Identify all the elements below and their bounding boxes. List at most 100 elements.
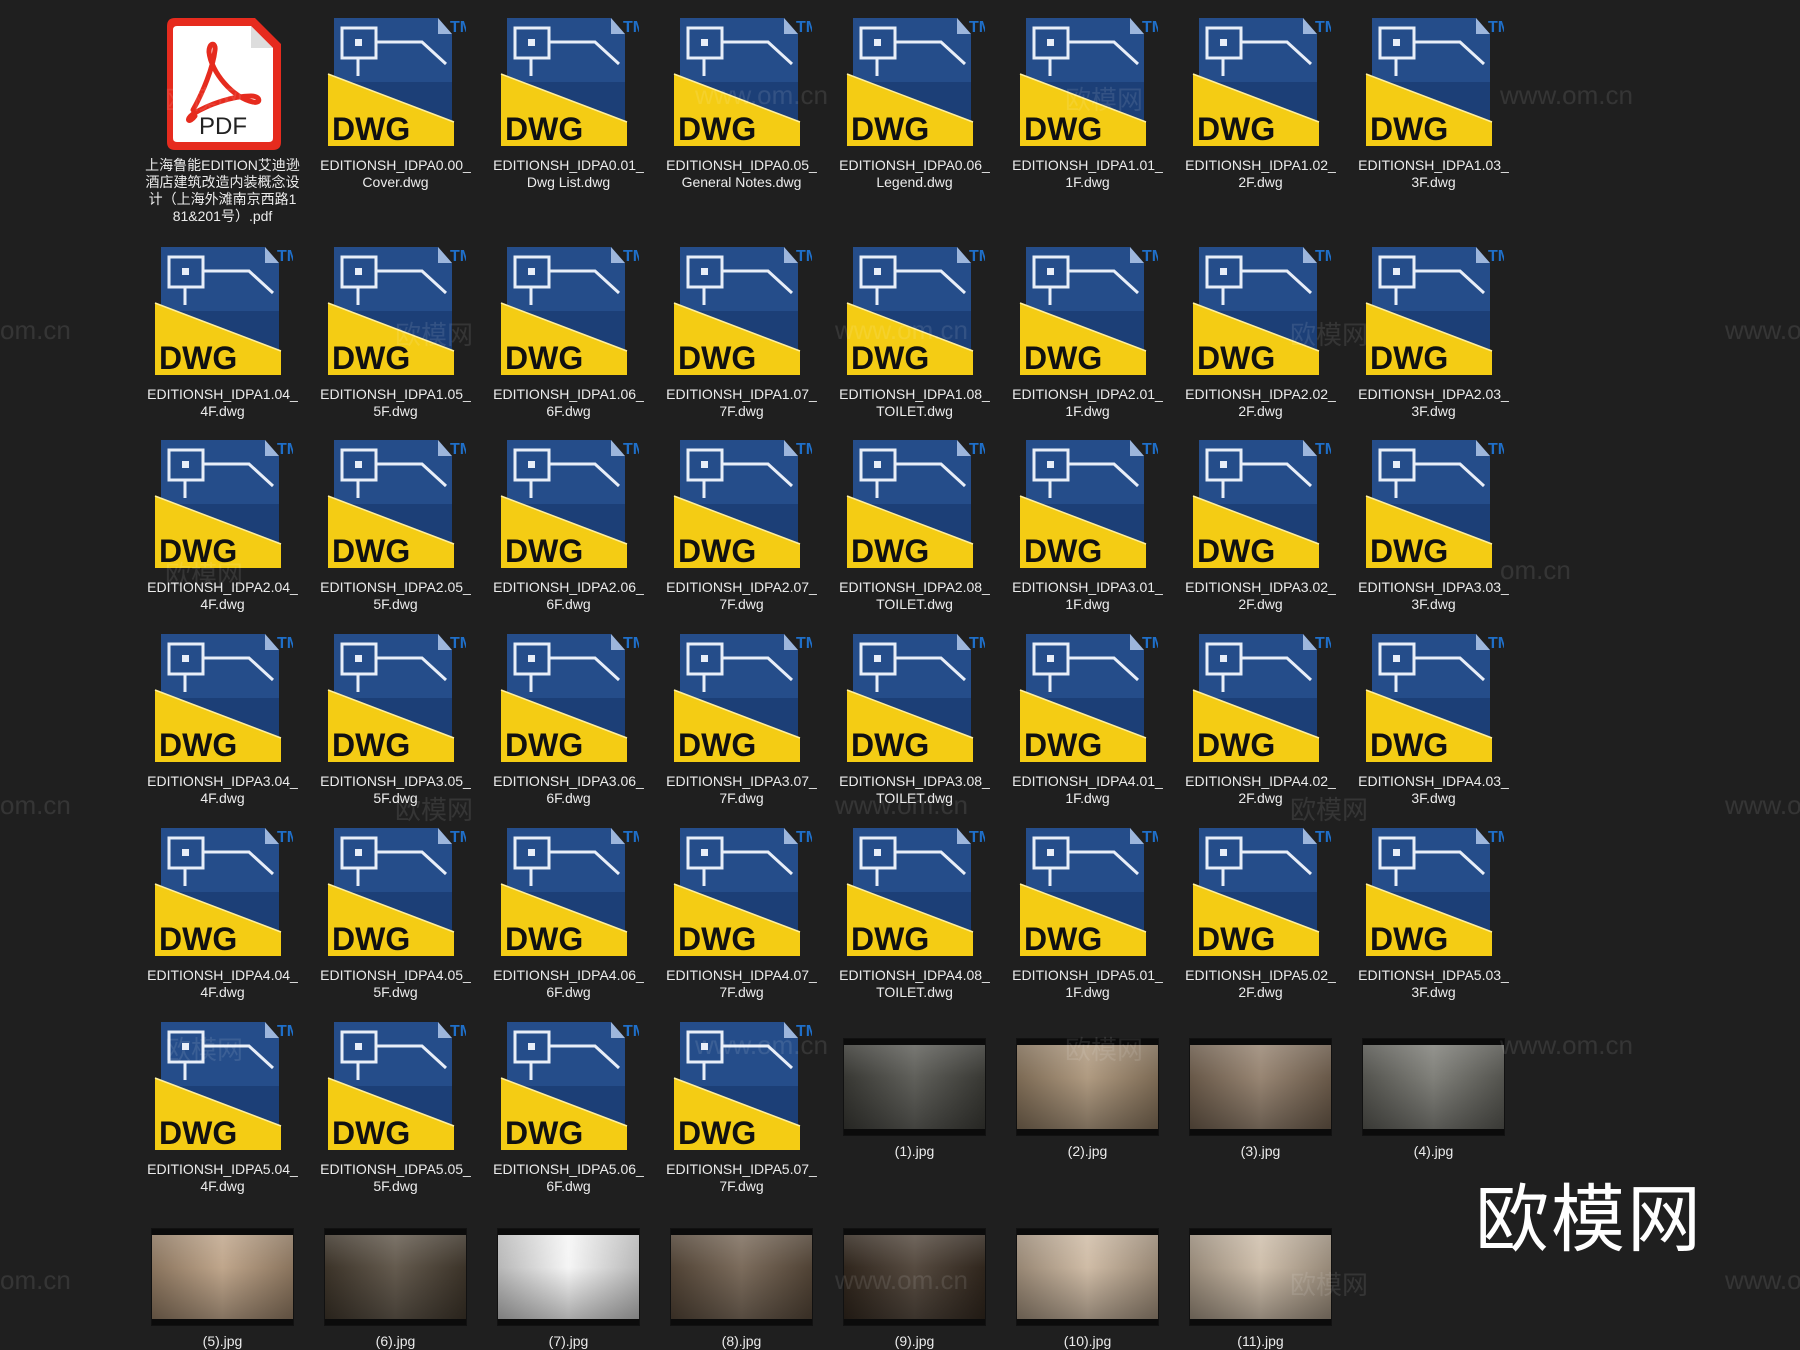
thumbnail-frame-bar: [844, 1229, 985, 1235]
file-name-label: (6).jpg: [375, 1333, 416, 1349]
file-item-jpg[interactable]: (5).jpg: [145, 1206, 300, 1350]
file-item-dwg[interactable]: DWG TM EDITIONSH_IDPA5.04_4F.dwg: [145, 1016, 300, 1195]
file-item-dwg[interactable]: DWG TM EDITIONSH_IDPA3.05_5F.dwg: [318, 628, 473, 807]
trademark-label: TM: [796, 248, 812, 265]
file-name-label: EDITIONSH_IDPA4.08_TOILET.dwg: [839, 967, 990, 1000]
dwg-badge-label: DWG: [505, 727, 583, 763]
brand-watermark: 欧模网: [1475, 1177, 1703, 1263]
file-item-dwg[interactable]: DWG TM EDITIONSH_IDPA1.04_4F.dwg: [145, 241, 300, 420]
file-item-dwg[interactable]: DWG TM EDITIONSH_IDPA2.07_7F.dwg: [664, 434, 819, 613]
file-item-dwg[interactable]: DWG TM EDITIONSH_IDPA4.02_2F.dwg: [1183, 628, 1338, 807]
file-item-dwg[interactable]: DWG TM EDITIONSH_IDPA3.06_6F.dwg: [491, 628, 646, 807]
file-item-dwg[interactable]: DWG TM EDITIONSH_IDPA3.03_3F.dwg: [1356, 434, 1511, 613]
file-item-jpg[interactable]: (10).jpg: [1010, 1206, 1165, 1350]
file-item-jpg[interactable]: (7).jpg: [491, 1206, 646, 1350]
file-item-dwg[interactable]: DWG TM EDITIONSH_IDPA2.06_6F.dwg: [491, 434, 646, 613]
file-name-label: EDITIONSH_IDPA5.01_1F.dwg: [1012, 967, 1163, 1000]
file-item-dwg[interactable]: DWG TM EDITIONSH_IDPA0.06_Legend.dwg: [837, 12, 992, 191]
file-item-dwg[interactable]: DWG TM EDITIONSH_IDPA0.00_Cover.dwg: [318, 12, 473, 191]
file-item-jpg[interactable]: (8).jpg: [664, 1206, 819, 1350]
file-item-dwg[interactable]: DWG TM EDITIONSH_IDPA3.07_7F.dwg: [664, 628, 819, 807]
file-item-dwg[interactable]: DWG TM EDITIONSH_IDPA5.06_6F.dwg: [491, 1016, 646, 1195]
dwg-file-icon: DWG TM: [154, 440, 293, 569]
file-item-dwg[interactable]: DWG TM EDITIONSH_IDPA2.08_TOILET.dwg: [837, 434, 992, 613]
thumbnail-frame-bar: [1190, 1039, 1331, 1045]
file-item-dwg[interactable]: DWG TM EDITIONSH_IDPA1.05_5F.dwg: [318, 241, 473, 420]
file-item-dwg[interactable]: DWG TM EDITIONSH_IDPA4.04_4F.dwg: [145, 822, 300, 1001]
file-item-dwg[interactable]: DWG TM EDITIONSH_IDPA2.04_4F.dwg: [145, 434, 300, 613]
dwg-file-icon: DWG TM: [846, 247, 985, 376]
file-name-label: EDITIONSH_IDPA4.02_2F.dwg: [1185, 773, 1336, 806]
file-item-jpg[interactable]: (2).jpg: [1010, 1016, 1165, 1160]
file-item-dwg[interactable]: DWG TM EDITIONSH_IDPA4.06_6F.dwg: [491, 822, 646, 1001]
file-name-label: (10).jpg: [1063, 1333, 1112, 1349]
file-item-dwg[interactable]: DWG TM EDITIONSH_IDPA5.05_5F.dwg: [318, 1016, 473, 1195]
file-name-label: EDITIONSH_IDPA2.06_6F.dwg: [493, 579, 644, 612]
file-item-dwg[interactable]: DWG TM EDITIONSH_IDPA5.03_3F.dwg: [1356, 822, 1511, 1001]
file-item-dwg[interactable]: DWG TM EDITIONSH_IDPA2.05_5F.dwg: [318, 434, 473, 613]
dwg-file-icon: DWG TM: [673, 634, 812, 763]
trademark-label: TM: [450, 441, 466, 458]
dwg-file-icon: DWG TM: [1365, 18, 1504, 147]
file-name-label: (4).jpg: [1413, 1143, 1454, 1159]
file-name-label: EDITIONSH_IDPA5.05_5F.dwg: [320, 1161, 471, 1194]
file-item-dwg[interactable]: DWG TM EDITIONSH_IDPA4.05_5F.dwg: [318, 822, 473, 1001]
file-item-dwg[interactable]: DWG TM EDITIONSH_IDPA3.04_4F.dwg: [145, 628, 300, 807]
file-item-dwg[interactable]: DWG TM EDITIONSH_IDPA5.02_2F.dwg: [1183, 822, 1338, 1001]
file-item-dwg[interactable]: DWG TM EDITIONSH_IDPA0.05_General Notes.dw…: [664, 12, 819, 191]
thumbnail-frame-bar: [498, 1319, 639, 1325]
file-item-dwg[interactable]: DWG TM EDITIONSH_IDPA2.01_1F.dwg: [1010, 241, 1165, 420]
file-item-dwg[interactable]: DWG TM EDITIONSH_IDPA3.01_1F.dwg: [1010, 434, 1165, 613]
dwg-badge-label: DWG: [1370, 727, 1448, 763]
file-item-dwg[interactable]: DWG TM EDITIONSH_IDPA3.08_TOILET.dwg: [837, 628, 992, 807]
file-name-label: EDITIONSH_IDPA3.04_4F.dwg: [147, 773, 298, 806]
file-item-dwg[interactable]: DWG TM EDITIONSH_IDPA3.02_2F.dwg: [1183, 434, 1338, 613]
trademark-label: TM: [623, 635, 639, 652]
file-name-label: (3).jpg: [1240, 1143, 1281, 1159]
file-item-dwg[interactable]: DWG TM EDITIONSH_IDPA2.02_2F.dwg: [1183, 241, 1338, 420]
dwg-file-icon: DWG TM: [673, 247, 812, 376]
file-item-dwg[interactable]: DWG TM EDITIONSH_IDPA1.06_6F.dwg: [491, 241, 646, 420]
dwg-file-icon: DWG TM: [154, 247, 293, 376]
file-item-dwg[interactable]: DWG TM EDITIONSH_IDPA5.01_1F.dwg: [1010, 822, 1165, 1001]
file-item-dwg[interactable]: DWG TM EDITIONSH_IDPA1.08_TOILET.dwg: [837, 241, 992, 420]
file-item-jpg[interactable]: (11).jpg: [1183, 1206, 1338, 1350]
file-item-jpg[interactable]: (4).jpg: [1356, 1016, 1511, 1160]
trademark-label: TM: [623, 441, 639, 458]
file-item-jpg[interactable]: (9).jpg: [837, 1206, 992, 1350]
dwg-badge-label: DWG: [159, 921, 237, 957]
file-item-dwg[interactable]: DWG TM EDITIONSH_IDPA1.07_7F.dwg: [664, 241, 819, 420]
dwg-file-icon: DWG TM: [500, 247, 639, 376]
image-thumbnail: [843, 1228, 986, 1326]
dwg-file-icon: DWG TM: [1192, 247, 1331, 376]
file-name-label: EDITIONSH_IDPA3.05_5F.dwg: [320, 773, 471, 806]
trademark-label: TM: [1315, 829, 1331, 846]
file-item-dwg[interactable]: DWG TM EDITIONSH_IDPA2.03_3F.dwg: [1356, 241, 1511, 420]
file-name-label: EDITIONSH_IDPA2.07_7F.dwg: [666, 579, 817, 612]
dwg-badge-label: DWG: [159, 533, 237, 569]
file-name-label: EDITIONSH_IDPA4.04_4F.dwg: [147, 967, 298, 1000]
thumbnail-frame-bar: [671, 1319, 812, 1325]
file-item-jpg[interactable]: (1).jpg: [837, 1016, 992, 1160]
file-item-jpg[interactable]: (6).jpg: [318, 1206, 473, 1350]
dwg-badge-label: DWG: [1197, 533, 1275, 569]
dwg-file-icon: DWG TM: [500, 440, 639, 569]
file-item-dwg[interactable]: DWG TM EDITIONSH_IDPA0.01_Dwg List.dwg: [491, 12, 646, 191]
file-item-dwg[interactable]: DWG TM EDITIONSH_IDPA4.07_7F.dwg: [664, 822, 819, 1001]
file-item-jpg[interactable]: (3).jpg: [1183, 1016, 1338, 1160]
file-item-dwg[interactable]: DWG TM EDITIONSH_IDPA4.01_1F.dwg: [1010, 628, 1165, 807]
file-item-dwg[interactable]: DWG TM EDITIONSH_IDPA4.08_TOILET.dwg: [837, 822, 992, 1001]
thumbnail-frame-bar: [844, 1319, 985, 1325]
file-item-dwg[interactable]: DWG TM EDITIONSH_IDPA5.07_7F.dwg: [664, 1016, 819, 1195]
dwg-badge-label: DWG: [505, 533, 583, 569]
trademark-label: TM: [1142, 248, 1158, 265]
file-item-dwg[interactable]: DWG TM EDITIONSH_IDPA4.03_3F.dwg: [1356, 628, 1511, 807]
dwg-badge-label: DWG: [1370, 340, 1448, 376]
file-item-pdf[interactable]: PDF 上海鲁能EDITION艾迪逊酒店建筑改造内装概念设计（上海外滩南京西路18…: [145, 12, 300, 225]
file-item-dwg[interactable]: DWG TM EDITIONSH_IDPA1.03_3F.dwg: [1356, 12, 1511, 191]
file-item-dwg[interactable]: DWG TM EDITIONSH_IDPA1.02_2F.dwg: [1183, 12, 1338, 191]
dwg-badge-label: DWG: [678, 340, 756, 376]
file-item-dwg[interactable]: DWG TM EDITIONSH_IDPA1.01_1F.dwg: [1010, 12, 1165, 191]
trademark-label: TM: [969, 635, 985, 652]
dwg-badge-label: DWG: [505, 1115, 583, 1151]
